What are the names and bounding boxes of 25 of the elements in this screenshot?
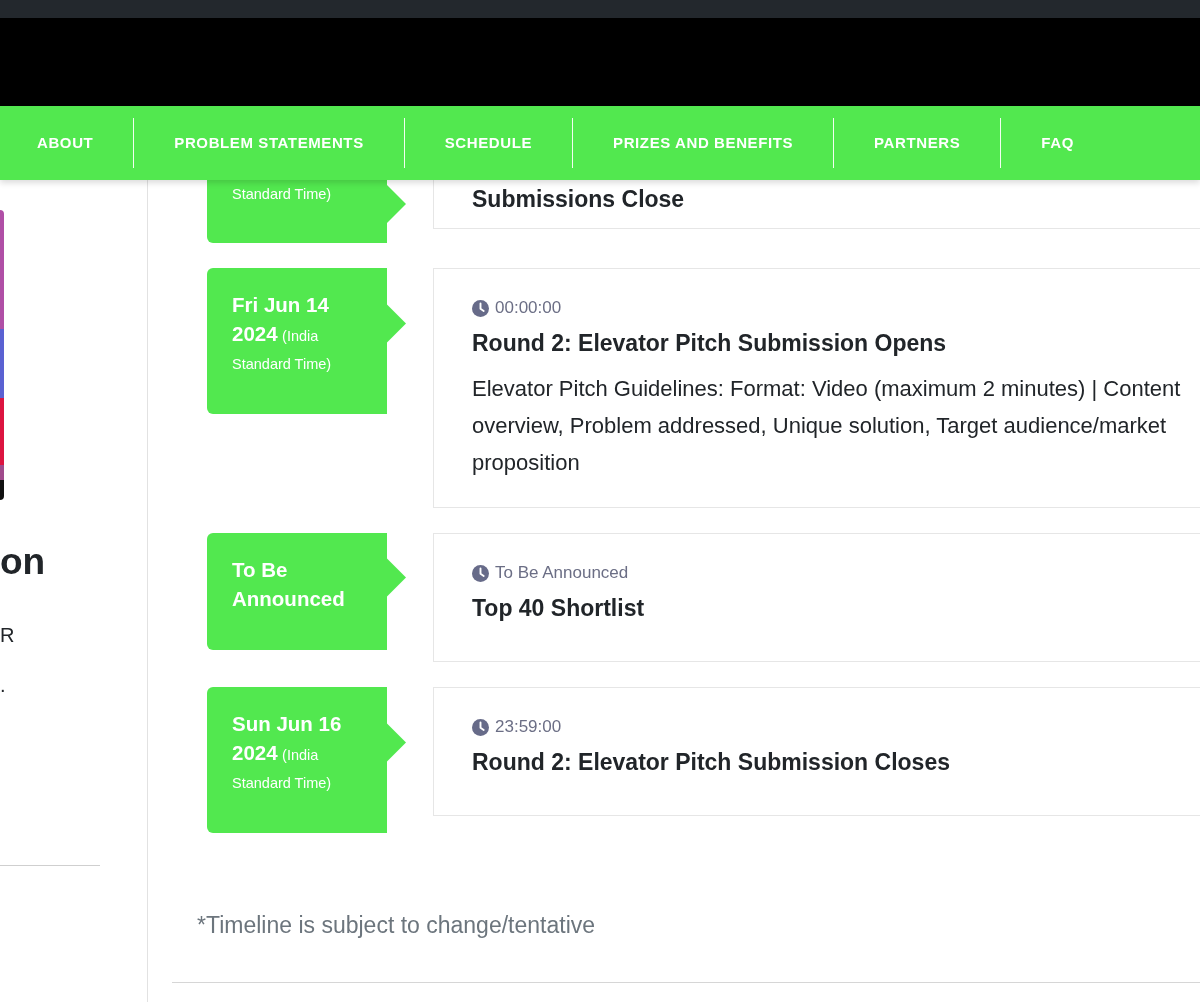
event-title: Submissions Close (472, 185, 686, 214)
event-time: 23:59:00 (495, 717, 562, 737)
clock-icon (472, 564, 489, 582)
sidebar-text: R (0, 623, 16, 648)
nav-link[interactable]: ABOUT (0, 118, 134, 168)
event-time: 00:00:00 (495, 298, 562, 318)
date-tag: Fri Jun 14 2024 (India Standard Time) (207, 268, 406, 414)
nav-link[interactable]: FAQ (1000, 118, 1114, 168)
nav-link[interactable]: SCHEDULE (403, 118, 573, 168)
timeline-note: *Timeline is subject to change/tentative (197, 911, 597, 939)
nav-link[interactable]: PARTNERS (833, 118, 1001, 168)
date-tag: To Be Announced (207, 533, 406, 650)
event-time: To Be Announced (495, 563, 629, 583)
event-title: Top 40 Shortlist (472, 594, 646, 623)
nav-link[interactable]: PROBLEM STATEMENTS (133, 118, 404, 168)
sidebar-heading: on (0, 540, 47, 584)
clock-icon (472, 718, 489, 736)
sidebar-text: . (0, 673, 7, 698)
date-tag: Standard Time) (207, 180, 406, 243)
date-tag: Sun Jun 16 2024 (India Standard Time) (207, 687, 406, 833)
event-title: Round 2: Elevator Pitch Submission Closes (472, 748, 951, 777)
clock-icon (472, 299, 489, 317)
event-description: Elevator Pitch Guidelines: Format: Video (maximum 2 minutes) | Content overview, Problem addressed, Unique solution, Target audience/market proposition (472, 375, 1182, 477)
nav-link[interactable]: PRIZES AND BENEFITS (572, 118, 834, 168)
event-title: Round 2: Elevator Pitch Submission Opens (472, 329, 948, 358)
